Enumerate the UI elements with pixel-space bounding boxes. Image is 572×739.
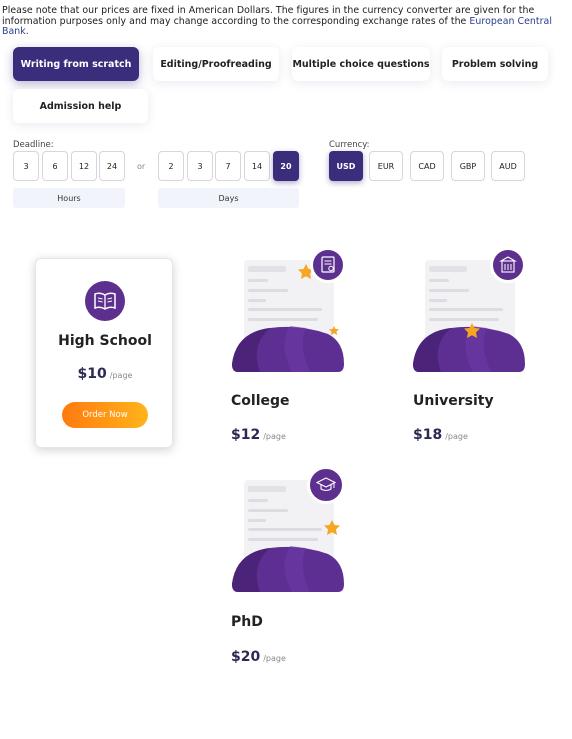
university-price: $18/page: [413, 424, 468, 443]
high-school-price-value: $10: [77, 366, 107, 382]
deadline-label: Deadline:: [13, 140, 54, 150]
hours-option-3[interactable]: 3: [13, 151, 39, 181]
university-price-unit: /page: [445, 432, 468, 441]
high-school-price: $10/page: [36, 363, 174, 382]
currency-notice: Please note that our prices are fixed in…: [2, 5, 568, 38]
or-separator: or: [137, 162, 146, 171]
days-option-3[interactable]: 3: [187, 151, 213, 181]
hours-option-6[interactable]: 6: [42, 151, 68, 181]
university-illustration: [411, 246, 529, 374]
notice-end: .: [25, 26, 29, 37]
college-price-value: $12: [231, 427, 261, 443]
order-now-button[interactable]: Order Now: [62, 402, 148, 428]
days-option-7[interactable]: 7: [215, 151, 241, 181]
university-title: University: [413, 393, 494, 409]
university-price-value: $18: [413, 427, 443, 443]
tab-writing-from-scratch[interactable]: Writing from scratch: [13, 47, 139, 81]
book-icon: [85, 281, 125, 321]
notice-text: Please note that our prices are fixed in…: [2, 5, 535, 27]
hours-label: Hours: [13, 188, 125, 208]
phd-price-unit: /page: [263, 654, 286, 663]
graduation-cap-icon: [307, 466, 345, 504]
tab-admission-help[interactable]: Admission help: [13, 89, 148, 123]
phd-price-value: $20: [231, 649, 261, 665]
phd-illustration: [230, 466, 348, 594]
currency-gbp[interactable]: GBP: [451, 151, 485, 181]
currency-cad[interactable]: CAD: [410, 151, 444, 181]
high-school-card[interactable]: High School $10/page Order Now: [35, 258, 173, 448]
tab-problem-solving[interactable]: Problem solving: [442, 47, 548, 81]
high-school-price-unit: /page: [109, 371, 133, 380]
building-icon: [490, 247, 526, 283]
days-option-20[interactable]: 20: [273, 151, 299, 181]
certificate-icon: [310, 247, 346, 283]
currency-eur[interactable]: EUR: [369, 151, 403, 181]
days-option-14[interactable]: 14: [244, 151, 270, 181]
college-illustration: [230, 246, 348, 374]
currency-label: Currency:: [329, 140, 370, 150]
currency-aud[interactable]: AUD: [491, 151, 525, 181]
days-label: Days: [158, 188, 299, 208]
college-price: $12/page: [231, 424, 286, 443]
days-option-2[interactable]: 2: [158, 151, 184, 181]
college-title: College: [231, 393, 290, 409]
hours-option-12[interactable]: 12: [71, 151, 97, 181]
phd-title: PhD: [231, 614, 263, 630]
currency-usd[interactable]: USD: [329, 151, 363, 181]
tab-multiple-choice-questions[interactable]: Multiple choice questions: [292, 47, 430, 81]
high-school-title: High School: [58, 333, 152, 349]
college-price-unit: /page: [263, 432, 286, 441]
tab-editing-proofreading[interactable]: Editing/Proofreading: [153, 47, 279, 81]
hours-option-24[interactable]: 24: [99, 151, 125, 181]
phd-price: $20/page: [231, 646, 286, 665]
